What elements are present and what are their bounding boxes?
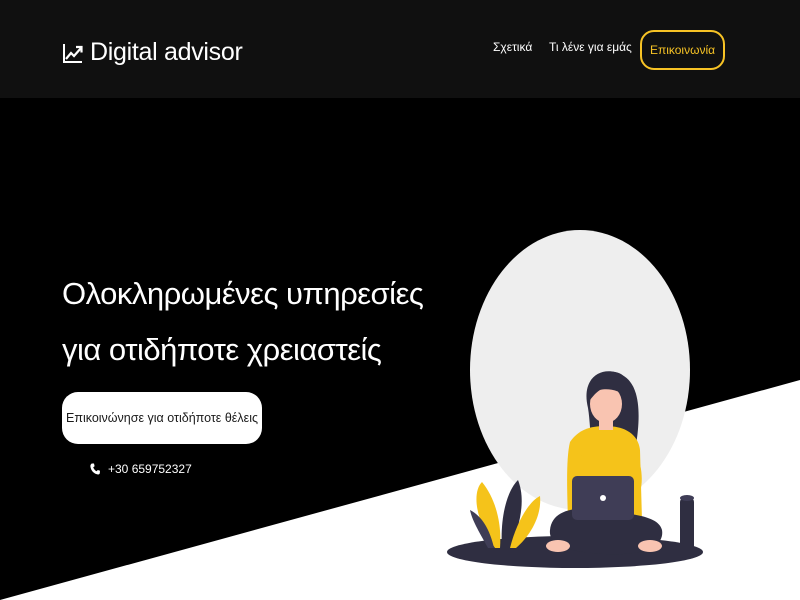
top-navigation-bar: Digital advisor Σχετικά Τι λένε για εμάς… [0, 0, 800, 98]
brand-logo[interactable]: Digital advisor [62, 38, 243, 67]
hero-title-line-1: Ολοκληρωμένες υπηρεσίες [62, 276, 424, 311]
hero-title-line-2: για οτιδήποτε χρειαστείς [62, 332, 382, 367]
phone-contact[interactable]: +30 659752327 [90, 462, 192, 476]
brand-name: Digital advisor [90, 38, 243, 66]
nav-link-reviews[interactable]: Τι λένε για εμάς [549, 40, 632, 54]
landing-page: Digital advisor Σχετικά Τι λένε για εμάς… [0, 0, 800, 600]
contact-cta-button[interactable]: Επικοινώνησε για οτιδήποτε θέλεις [62, 392, 262, 444]
nav-link-about[interactable]: Σχετικά [493, 40, 532, 54]
woman-working-on-laptop-illustration [447, 230, 703, 568]
contact-button[interactable]: Επικοινωνία [640, 30, 725, 70]
phone-icon [90, 463, 100, 475]
hero-title: Ολοκληρωμένες υπηρεσίες για οτιδήποτε χρ… [62, 266, 462, 378]
phone-number: +30 659752327 [108, 462, 192, 476]
trending-up-icon [62, 42, 84, 64]
